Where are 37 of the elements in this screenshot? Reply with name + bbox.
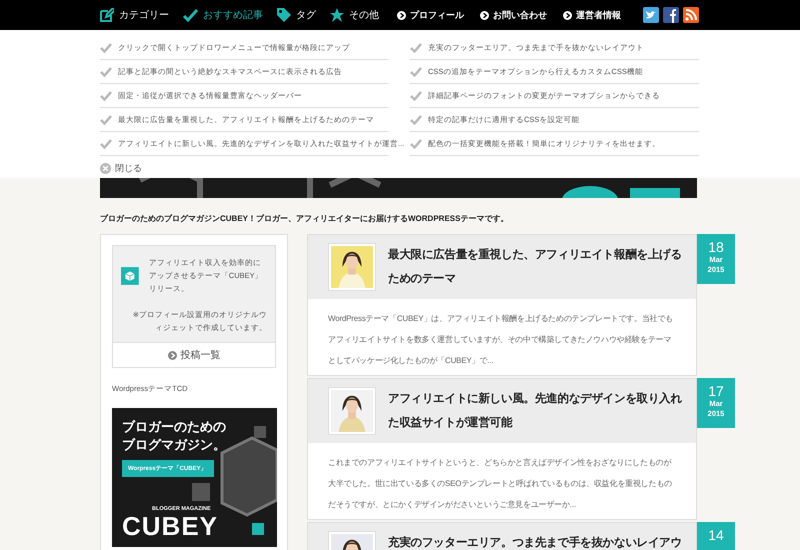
- site-tagline: ブロガーのためのブログマガジンCUBEY！ブロガー、アフィリエイターにお届けするWORDPRESSテーマです。: [100, 213, 510, 224]
- check-icon: [100, 66, 112, 76]
- close-icon: [100, 163, 111, 174]
- menu-tab[interactable]: その他: [330, 8, 379, 22]
- menu-tab[interactable]: タグ: [277, 8, 316, 22]
- post-list-button[interactable]: 投稿一覧: [113, 342, 275, 367]
- header-link[interactable]: 運営者情報: [576, 8, 621, 22]
- check-icon: [100, 90, 112, 100]
- check-icon: [410, 138, 422, 148]
- banner-headline: ブログマガジン。: [122, 436, 226, 454]
- post-excerpt: WordPressテーマ「CUBEY」は、アフィリエイト報酬を上げるためのテンプレートです。当社でもアフィリエイトサイトを数多く運営していますが、その中で構築してきたノウハウや経験をテーマとしてパッケージ化したものが「CUBEY」で...: [327, 313, 674, 367]
- check-icon: [410, 114, 422, 124]
- check-icon: [410, 42, 422, 52]
- check-icon: [100, 138, 112, 148]
- close-button[interactable]: 閉じる: [100, 162, 142, 175]
- arrow-icon: [563, 10, 572, 20]
- header-link[interactable]: プロフィール: [410, 8, 464, 22]
- check-icon: [183, 8, 198, 22]
- arrow-icon: [168, 350, 176, 360]
- rss-icon[interactable]: [683, 7, 699, 23]
- post-excerpt: これまでのアフィリエイトサイトというと、どちらかと言えばデザイン性をおざなりにしたものが大半でした。世に出ている多くのSEOテンプレートと呼ばれているものは、収益化を重視したものだそうですが、とにかくデザインがださいというご意見をユーザーか...: [327, 457, 673, 511]
- facebook-icon[interactable]: [663, 7, 679, 23]
- check-icon: [410, 66, 422, 76]
- header-link[interactable]: お問い合わせ: [493, 8, 547, 22]
- date-badge: 14: [697, 522, 735, 550]
- star-icon: [330, 8, 344, 22]
- edit-icon: [100, 8, 114, 22]
- arrow-icon: [397, 10, 406, 20]
- menu-tab[interactable]: おすすめ記事: [183, 8, 263, 22]
- check-icon: [100, 114, 112, 124]
- check-icon: [100, 42, 112, 52]
- check-icon: [410, 90, 422, 100]
- tag-icon: [277, 8, 291, 22]
- banner-logo: CUBEY: [122, 512, 218, 540]
- banner-headline: ブロガーのための: [122, 418, 226, 436]
- menu-tab[interactable]: カテゴリー: [100, 8, 169, 22]
- arrow-icon: [480, 10, 489, 20]
